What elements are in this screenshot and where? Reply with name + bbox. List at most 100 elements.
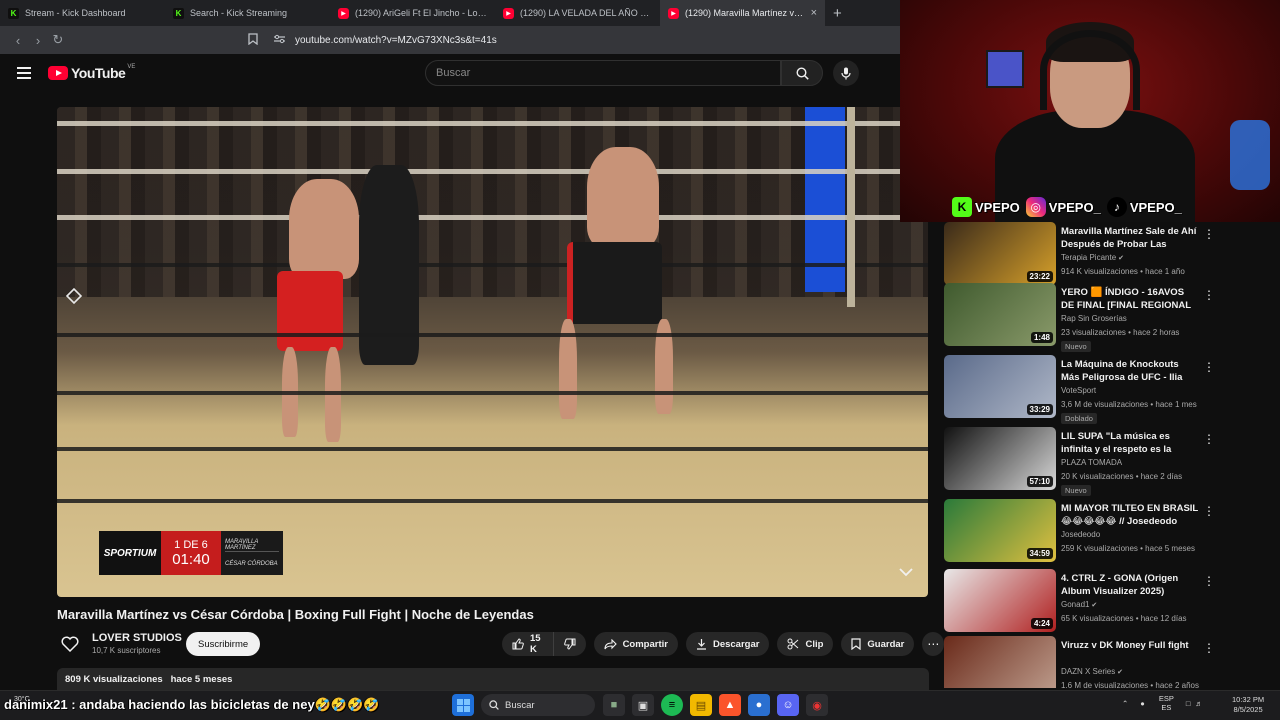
browser-tab[interactable]: K Search - Kick Streaming <box>165 0 330 26</box>
recommended-video[interactable]: 4:24 4. CTRL Z - GONA (Origen Album Visua… <box>944 569 1280 633</box>
video-thumbnail[interactable]: 33:29 <box>944 355 1056 418</box>
browser-tab[interactable]: K Stream - Kick Dashboard <box>0 0 165 26</box>
browser-tab[interactable]: ▶ (1290) AriGeli Ft El Jincho - Lo Puedo <box>330 0 495 26</box>
more-vertical-icon[interactable]: ⋮ <box>1203 432 1215 446</box>
video-thumbnail[interactable]: 4:24 <box>944 569 1056 632</box>
volume-icon[interactable]: ♬ <box>1195 699 1203 708</box>
recommended-channel[interactable]: Josedeodo <box>1061 530 1100 539</box>
menu-icon[interactable] <box>17 67 31 82</box>
voice-search-button[interactable] <box>833 60 859 86</box>
discord-icon[interactable]: ☺ <box>777 694 799 716</box>
recommended-video-title[interactable]: YERO 🟧 ÍNDIGO - 16AVOS DE FINAL [FINAL R… <box>1061 286 1199 312</box>
description-box[interactable]: 809 K visualizaciones hace 5 meses <box>57 668 929 690</box>
recommended-video-title[interactable]: La Máquina de Knockouts Más Peligrosa de… <box>1061 358 1199 384</box>
youtube-logo[interactable]: YouTube VE <box>48 64 135 81</box>
recommended-channel[interactable]: DAZN X Series ✔ <box>1061 667 1123 676</box>
clip-button[interactable]: Clip <box>777 632 834 656</box>
more-vertical-icon[interactable]: ⋮ <box>1203 288 1215 302</box>
search-button[interactable] <box>781 60 823 86</box>
reload-icon[interactable]: ↻ <box>48 32 68 48</box>
browser-tab[interactable]: ▶ (1290) Maravilla Martínez vs C × <box>660 0 825 26</box>
spotify-icon[interactable]: ≡ <box>661 694 683 716</box>
recommended-video[interactable]: 23:22 Maravilla Martínez Sale de Ahí Desp… <box>944 222 1280 286</box>
youtube-header: YouTube VE Buscar <box>0 54 900 94</box>
more-vertical-icon[interactable]: ⋮ <box>1203 360 1215 374</box>
taskbar-search[interactable]: Buscar <box>481 694 595 716</box>
video-thumbnail[interactable]: 23:22 <box>944 222 1056 285</box>
dislike-button[interactable] <box>553 632 586 656</box>
channel-avatar[interactable] <box>60 634 80 654</box>
chevron-up-icon[interactable]: ⌃ <box>1122 699 1128 708</box>
windows-start-icon[interactable] <box>452 694 474 716</box>
heart-icon <box>61 636 79 652</box>
save-button[interactable]: Guardar <box>841 632 915 656</box>
search-input[interactable]: Buscar <box>425 60 781 86</box>
recommended-stats: 20 K visualizaciones • hace 2 días <box>1061 472 1183 481</box>
channel-row: LOVER STUDIOS 10,7 K suscriptores Suscri… <box>57 629 945 659</box>
scorebug-names: MARAVILLA MARTÍNEZ CÉSAR CÓRDOBA <box>221 531 283 575</box>
app-icon-red[interactable]: ◉ <box>806 694 828 716</box>
more-vertical-icon[interactable]: ⋮ <box>1203 574 1215 588</box>
recommended-video-title[interactable]: LIL SUPA "La música es infinita y el res… <box>1061 430 1199 456</box>
recommended-video[interactable]: 1:48 YERO 🟧 ÍNDIGO - 16AVOS DE FINAL [FIN… <box>944 283 1280 352</box>
tiktok-icon: ♪ <box>1106 197 1127 217</box>
brave-browser-icon[interactable]: ▲ <box>719 694 741 716</box>
recommended-channel[interactable]: Gonad1 ✔ <box>1061 600 1097 609</box>
forward-icon[interactable]: › <box>28 33 48 48</box>
task-view-icon[interactable]: ▣ <box>632 694 654 716</box>
clock[interactable]: 10:32 PM 8/5/2025 <box>1232 695 1264 715</box>
more-horizontal-icon: ⋯ <box>927 637 940 651</box>
ring-rope <box>57 169 928 174</box>
youtube-icon: ▶ <box>668 7 679 19</box>
recommended-channel[interactable]: Rap Sin Groserías <box>1061 314 1127 323</box>
download-button[interactable]: Descargar <box>685 632 770 656</box>
browser-tab[interactable]: ▶ (1290) LA VELADA DEL AÑO V - LA P <box>495 0 660 26</box>
more-vertical-icon[interactable]: ⋮ <box>1203 641 1215 655</box>
chevron-down-icon[interactable] <box>898 565 914 583</box>
share-button[interactable]: Compartir <box>593 632 678 656</box>
recommended-video-title[interactable]: MI MAYOR TILTEO EN BRASIL 😂😂😂😂😂 // Josed… <box>1061 502 1199 528</box>
recommended-video[interactable]: Viruzz v DK Money Full fight DAZN X Serie… <box>944 636 1280 688</box>
recommended-stats: 23 visualizaciones • hace 2 horas <box>1061 328 1180 337</box>
recommended-channel[interactable]: VoteSport <box>1061 386 1096 395</box>
microphone-tray-icon[interactable]: ● <box>1140 699 1145 708</box>
video-thumbnail[interactable]: 57:10 <box>944 427 1056 490</box>
recommended-video[interactable]: 34:59 MI MAYOR TILTEO EN BRASIL 😂😂😂😂😂 // … <box>944 499 1280 563</box>
video-player[interactable]: SPORTIUM 1 DE 6 01:40 MARAVILLA MARTÍNEZ… <box>57 107 928 597</box>
more-vertical-icon[interactable]: ⋮ <box>1203 504 1215 518</box>
file-explorer-icon[interactable]: ▤ <box>690 694 712 716</box>
ring-rope <box>57 499 928 503</box>
social-handle-name: VPEPO <box>975 199 1020 215</box>
more-actions-button[interactable]: ⋯ <box>922 632 945 656</box>
back-icon[interactable]: ‹ <box>8 33 28 48</box>
like-button[interactable]: 15 K <box>502 632 554 656</box>
recommended-video[interactable]: 57:10 LIL SUPA "La música es infinita y e… <box>944 427 1280 496</box>
recommended-video-title[interactable]: Maravilla Martínez Sale de Ahí Después d… <box>1061 225 1199 251</box>
browser-tab-title: (1290) Maravilla Martínez vs C <box>685 8 805 18</box>
language-indicator[interactable]: ESP ES <box>1159 694 1174 712</box>
app-icon[interactable]: ● <box>748 694 770 716</box>
video-thumbnail[interactable]: 1:48 <box>944 283 1056 346</box>
address-bar[interactable]: youtube.com/watch?v=MZvG73XNc3s&t=41s <box>248 32 497 48</box>
video-duration: 57:10 <box>1026 476 1053 487</box>
close-tab-icon[interactable]: × <box>811 7 817 19</box>
video-thumbnail[interactable]: 34:59 <box>944 499 1056 562</box>
scorebug: SPORTIUM 1 DE 6 01:40 MARAVILLA MARTÍNEZ… <box>99 531 283 575</box>
new-tab-icon[interactable]: + <box>833 5 842 22</box>
channel-name[interactable]: LOVER STUDIOS <box>92 632 182 644</box>
more-vertical-icon[interactable]: ⋮ <box>1203 227 1215 241</box>
subscribe-button[interactable]: Suscribirme <box>186 632 261 656</box>
recommended-channel[interactable]: Terapia Picante ✔ <box>1061 253 1124 262</box>
site-settings-icon[interactable] <box>274 34 285 47</box>
widgets-icon[interactable]: ■ <box>603 694 625 716</box>
video-thumbnail[interactable] <box>944 636 1056 688</box>
recommended-video-title[interactable]: Viruzz v DK Money Full fight <box>1061 639 1199 652</box>
video-badge: Nuevo <box>1061 485 1091 496</box>
network-icon[interactable]: □ <box>1186 699 1191 708</box>
recommended-video[interactable]: 33:29 La Máquina de Knockouts Más Peligro… <box>944 355 1280 424</box>
recommended-channel[interactable]: PLAZA TOMADA <box>1061 458 1122 467</box>
video-duration: 33:29 <box>1026 404 1053 415</box>
bookmark-icon[interactable] <box>248 32 258 48</box>
kick-icon: K <box>952 197 972 217</box>
recommended-video-title[interactable]: 4. CTRL Z - GONA (Origen Album Visualize… <box>1061 572 1199 598</box>
